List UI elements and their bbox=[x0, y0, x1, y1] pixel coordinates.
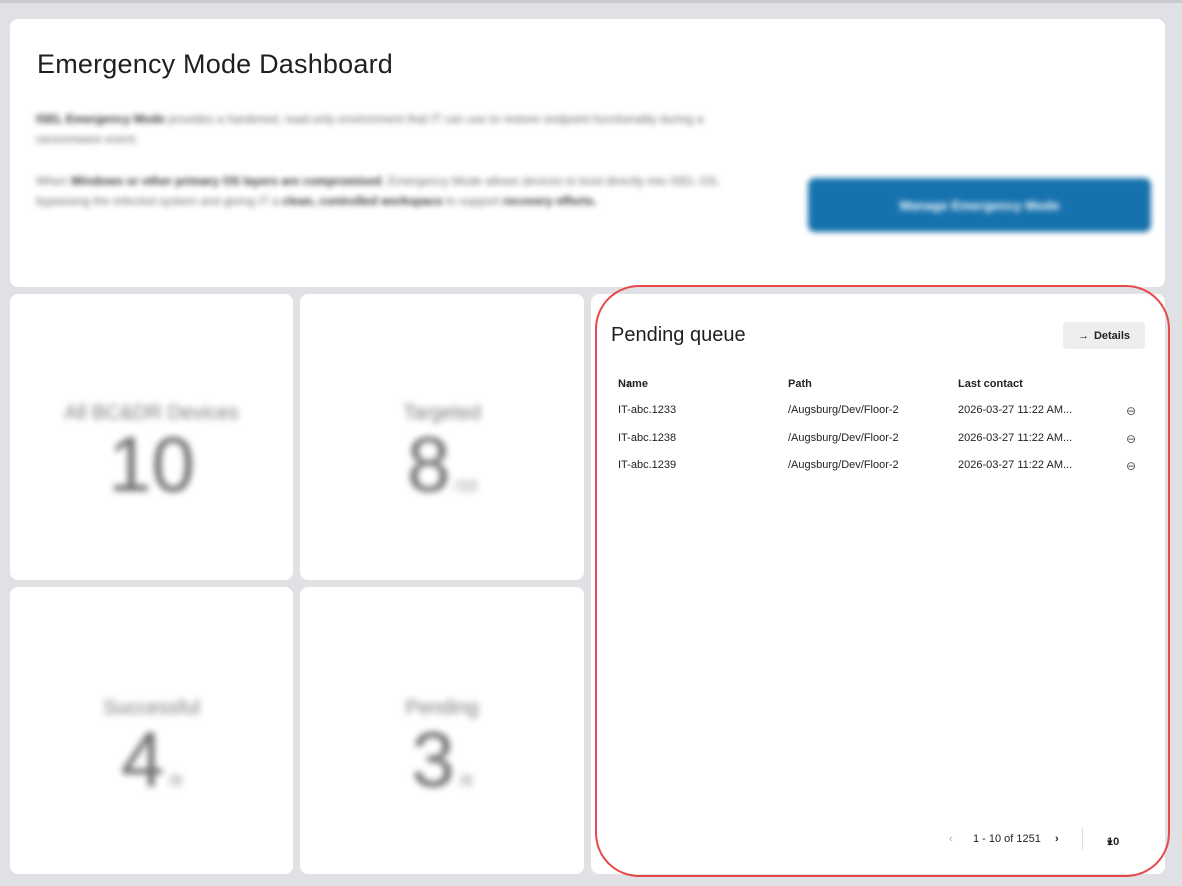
stat-tile-targeted: Targeted 8 /10 bbox=[300, 294, 584, 580]
stat-total: /10 bbox=[454, 478, 478, 495]
pending-queue-title: Pending queue bbox=[611, 324, 746, 346]
table-row[interactable]: IT-abc.1238 /Augsburg/Dev/Floor-2 2026-0… bbox=[618, 432, 1146, 460]
pending-queue-table: Name ↑ Path Last contact IT-abc.1233 /Aug… bbox=[618, 378, 1146, 487]
intro-paragraph: ISEL Emergency Mode provides a hardened,… bbox=[36, 112, 704, 146]
details-label: Details bbox=[1093, 329, 1131, 342]
page-range-text: 1 - 10 of 1251 bbox=[973, 833, 1041, 845]
arrow-right-icon: → bbox=[1077, 329, 1089, 342]
table-header-row: Name ↑ Path Last contact bbox=[618, 378, 1023, 390]
stat-tile-successful: Successful 4 /8 bbox=[10, 587, 293, 874]
table-row[interactable]: IT-abc.1239 /Augsburg/Dev/Floor-2 2026-0… bbox=[618, 459, 1146, 487]
page-title: Emergency Mode Dashboard bbox=[37, 49, 393, 79]
stat-total: /8 bbox=[168, 773, 183, 790]
pending-queue-panel: Pending queue → Details Name ↑ Path Last … bbox=[591, 294, 1165, 874]
stat-value: 4 bbox=[120, 715, 165, 803]
details-button[interactable]: → Details bbox=[1063, 322, 1145, 349]
device-name: IT-abc.1238 bbox=[618, 431, 677, 444]
chevron-right-icon[interactable]: › bbox=[1055, 833, 1059, 845]
column-header-path[interactable]: Path bbox=[788, 378, 812, 390]
manage-emergency-mode-button[interactable]: Manage Emergency Mode bbox=[808, 178, 1151, 232]
link-icon[interactable]: ⊖ bbox=[1126, 432, 1136, 446]
device-name: IT-abc.1239 bbox=[618, 459, 677, 471]
caret-down-icon: ▾ bbox=[1107, 837, 1113, 849]
link-icon[interactable]: ⊖ bbox=[1126, 459, 1136, 473]
stat-tile-all-devices: All BC&DR Devices 10 bbox=[10, 294, 293, 580]
device-last-contact: 2026-03-27 11:22 AM... bbox=[958, 431, 1073, 444]
device-last-contact: 2026-03-27 11:22 AM... bbox=[958, 404, 1073, 416]
link-icon[interactable]: ⊖ bbox=[1126, 404, 1136, 418]
pagination: ‹ 1 - 10 of 1251 › 10 ▾ bbox=[939, 828, 1149, 850]
emergency-mode-intro-card: Emergency Mode Dashboard ISEL Emergency … bbox=[10, 19, 1165, 287]
intro-paragraph-2: When Windows or other primary OS layers … bbox=[36, 174, 720, 208]
chevron-left-icon[interactable]: ‹ bbox=[949, 833, 953, 845]
stat-value: 3 bbox=[411, 715, 455, 803]
stat-value: 10 bbox=[108, 420, 195, 508]
stat-value: 8 bbox=[406, 420, 451, 508]
device-last-contact: 2026-03-27 11:22 AM... bbox=[958, 459, 1073, 471]
table-row[interactable]: IT-abc.1233 /Augsburg/Dev/Floor-2 2026-0… bbox=[618, 404, 1146, 432]
device-path: /Augsburg/Dev/Floor-2 bbox=[788, 431, 899, 444]
column-header-last-contact[interactable]: Last contact bbox=[958, 378, 1023, 390]
device-name: IT-abc.1233 bbox=[618, 404, 677, 416]
sort-ascending-icon: ↑ bbox=[626, 378, 632, 390]
device-path: /Augsburg/Dev/Floor-2 bbox=[788, 404, 899, 416]
stat-total: /8 bbox=[459, 773, 473, 790]
stat-tile-pending: Pending 3 /8 bbox=[300, 587, 584, 874]
device-path: /Augsburg/Dev/Floor-2 bbox=[788, 459, 899, 471]
divider bbox=[1082, 828, 1083, 850]
